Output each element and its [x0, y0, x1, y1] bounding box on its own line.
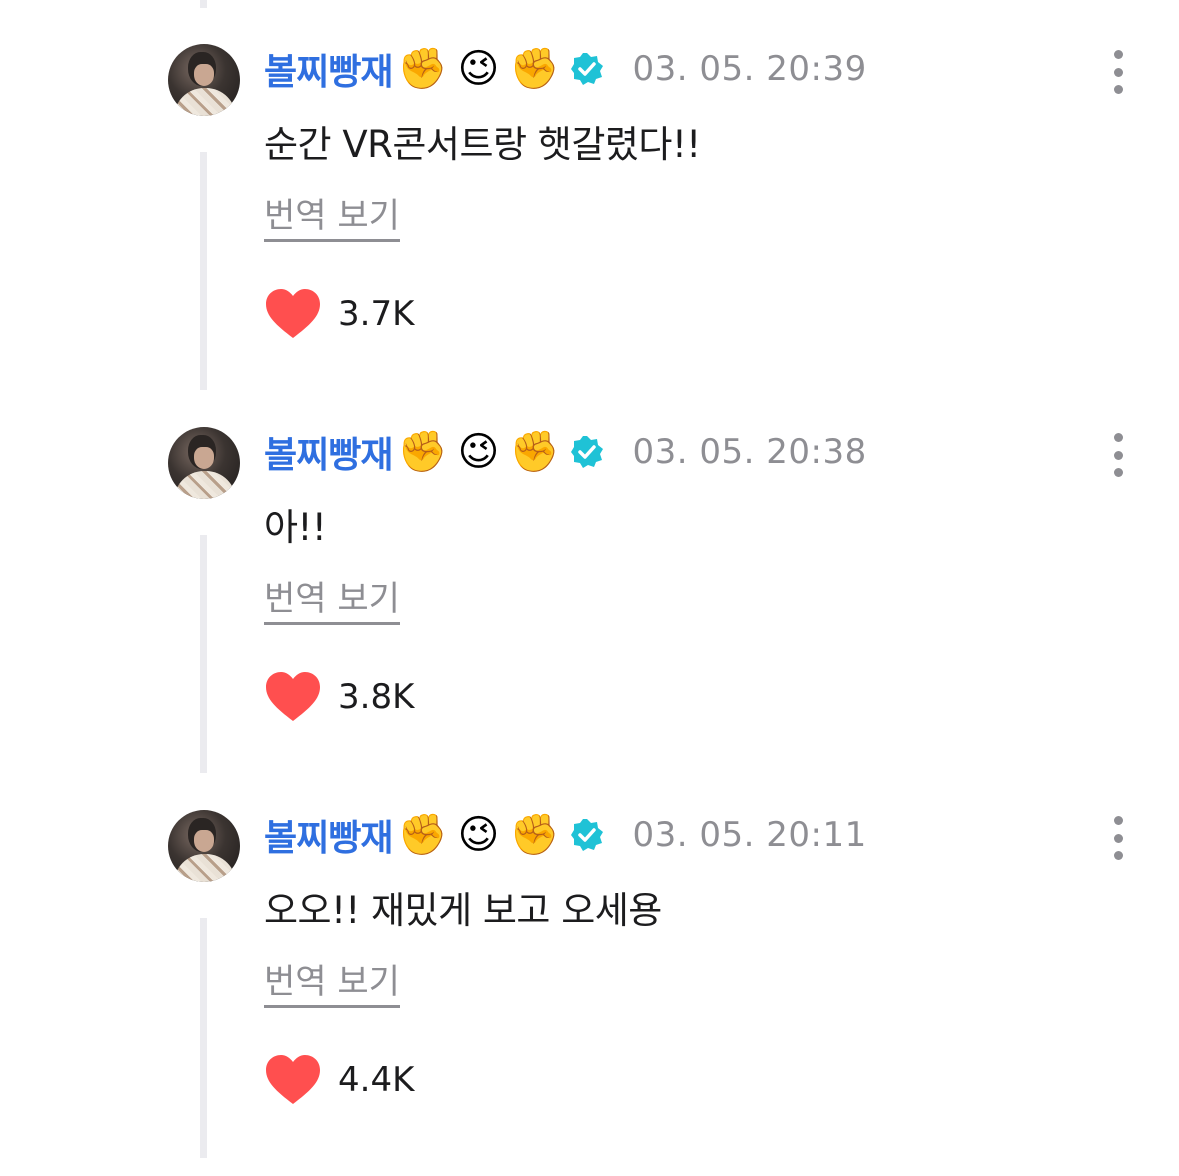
comment-header: 볼찌빵재 ✊ 😉 ✊ 03. 05. 20:39: [264, 44, 867, 94]
timestamp: 03. 05. 20:38: [632, 432, 867, 472]
more-options-icon[interactable]: [1106, 816, 1130, 860]
like-count: 3.8K: [338, 677, 415, 717]
avatar[interactable]: [168, 44, 240, 116]
translate-link[interactable]: 번역 보기: [264, 188, 400, 242]
like-row: 4.4K: [264, 1052, 414, 1108]
winking-face-emoji: 😉: [457, 46, 500, 92]
like-count: 4.4K: [338, 1060, 415, 1100]
comment-header: 볼찌빵재 ✊ 😉 ✊ 03. 05. 20:11: [264, 810, 867, 860]
timestamp: 03. 05. 20:39: [632, 49, 867, 89]
avatar[interactable]: [168, 427, 240, 499]
comment-text: 순간 VR콘서트랑 햇갈렸다!!: [264, 123, 701, 166]
raised-fist-emoji: ✊: [397, 812, 448, 858]
comment-item: 볼찌빵재 ✊ 😉 ✊ 03. 05. 20:38 아!! 번역 보기 3.8K: [0, 383, 1179, 766]
heart-icon[interactable]: [264, 288, 322, 340]
comment-item: 볼찌빵재 ✊ 😉 ✊ 03. 05. 20:39 순간 VR콘서트랑 햇갈렸다!…: [0, 0, 1179, 383]
more-options-icon[interactable]: [1106, 50, 1130, 94]
comment-text: 오오!! 재밌게 보고 오세용: [264, 889, 662, 932]
timestamp: 03. 05. 20:11: [632, 815, 867, 855]
heart-icon[interactable]: [264, 671, 322, 723]
translate-link[interactable]: 번역 보기: [264, 571, 400, 625]
comment-header: 볼찌빵재 ✊ 😉 ✊ 03. 05. 20:38: [264, 427, 867, 477]
avatar[interactable]: [168, 810, 240, 882]
winking-face-emoji: 😉: [457, 812, 500, 858]
like-row: 3.7K: [264, 286, 414, 342]
author-name[interactable]: 볼찌빵재: [264, 809, 393, 861]
raised-fist-emoji: ✊: [397, 46, 448, 92]
like-count: 3.7K: [338, 294, 415, 334]
comment-item: 볼찌빵재 ✊ 😉 ✊ 03. 05. 20:11 오오!! 재밌게 보고 오세용…: [0, 766, 1179, 1149]
comment-text: 아!!: [264, 506, 327, 549]
verified-badge-icon: [571, 436, 604, 468]
translate-link[interactable]: 번역 보기: [264, 954, 400, 1008]
winking-face-emoji: 😉: [457, 429, 500, 475]
raised-fist-emoji: ✊: [509, 429, 560, 475]
verified-badge-icon: [571, 53, 604, 85]
raised-fist-emoji: ✊: [509, 812, 560, 858]
like-row: 3.8K: [264, 669, 414, 725]
author-name[interactable]: 볼찌빵재: [264, 43, 393, 95]
verified-badge-icon: [571, 819, 604, 851]
more-options-icon[interactable]: [1106, 433, 1130, 477]
raised-fist-emoji: ✊: [397, 429, 448, 475]
author-name[interactable]: 볼찌빵재: [264, 426, 393, 478]
heart-icon[interactable]: [264, 1054, 322, 1106]
raised-fist-emoji: ✊: [509, 46, 560, 92]
